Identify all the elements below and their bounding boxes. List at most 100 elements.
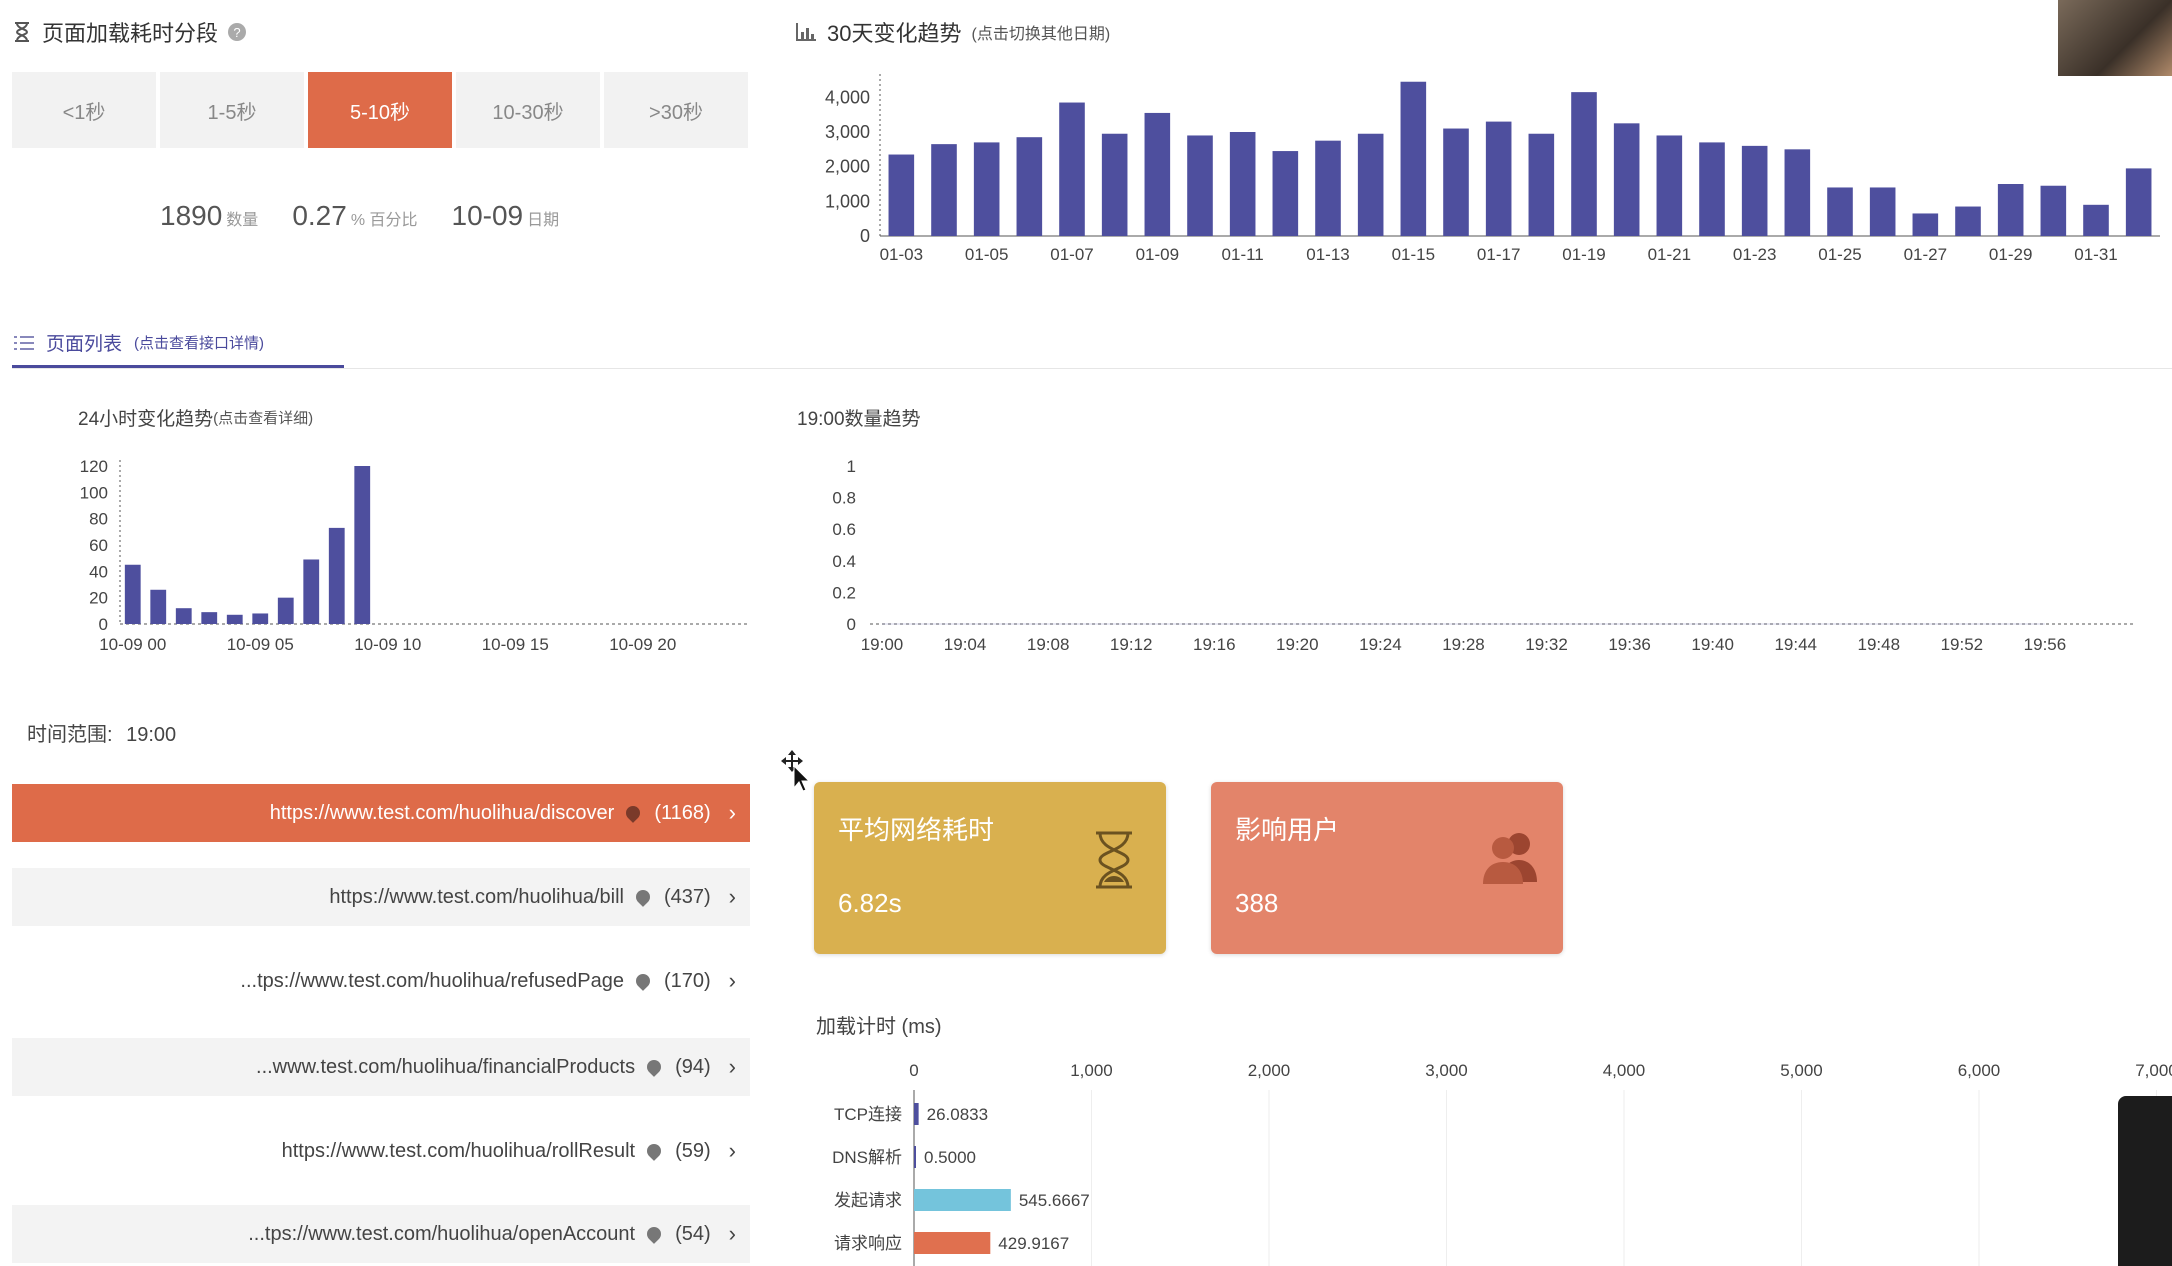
bar-hour-2 (175, 608, 192, 624)
trend-minute-section-title: 19:00数量趋势 (797, 404, 921, 431)
x-tick-label: 19:04 (944, 635, 987, 654)
x-tick-label: 19:08 (1027, 635, 1070, 654)
segment-button-gt30[interactable]: >30秒 (604, 72, 748, 148)
y-category-label: 请求响应 (834, 1234, 902, 1253)
trend24-chart[interactable]: 0 20 40 60 80 100 120 10-09 00 10-09 05 10-09 10 1… (60, 450, 750, 660)
x-tick-label: 19:24 (1359, 635, 1402, 654)
trend30-section-title: 30天变化趋势 (点击切换其他日期) (795, 16, 1110, 48)
x-tick-label: 01-29 (1989, 245, 2032, 264)
bar-hour-6 (277, 597, 294, 624)
bar-01-26 (1869, 187, 1896, 236)
bar-01-04 (931, 144, 957, 236)
bar-01-11 (1229, 132, 1256, 236)
bar-hour-0 (124, 564, 141, 624)
bar-01-21 (1656, 135, 1683, 236)
x-tick-label: 10-09 05 (227, 635, 294, 654)
y-tick-label: 120 (80, 457, 108, 476)
trend30-hint: (点击切换其他日期) (971, 26, 1111, 43)
x-tick-label: 01-13 (1306, 245, 1349, 264)
users-icon (1483, 833, 1537, 884)
x-tick-label: 01-11 (1222, 245, 1264, 264)
bar-hour-1 (150, 589, 167, 624)
tag-icon (623, 803, 644, 823)
segment-button-1-5[interactable]: 1-5秒 (160, 72, 304, 148)
y-tick-label: 0.6 (832, 520, 856, 539)
bar-01-19 (1571, 92, 1597, 236)
x-tick-label: 01-09 (1136, 245, 1179, 264)
tag-icon (633, 971, 653, 991)
question-circle-icon[interactable]: ? (228, 23, 247, 41)
time-range: 时间范围: 19:00 (27, 718, 176, 747)
segment-button-10-30[interactable]: 10-30秒 (456, 72, 600, 148)
x-tick-label: 19:44 (1774, 635, 1817, 654)
segment-title: 页面加载耗时分段 (42, 21, 219, 46)
tag-icon (644, 1224, 664, 1244)
bar-01-24 (1784, 149, 1811, 236)
page-list-item[interactable]: https://www.test.com/huolihua/bill (437) › (12, 868, 750, 926)
bar-01-03 (888, 154, 915, 236)
segment-button-lt1[interactable]: <1秒 (12, 72, 156, 148)
segment-button-5-10[interactable]: 5-10秒 (308, 72, 452, 148)
tab-page-list-hint: (点击查看接口详情) (134, 335, 265, 352)
bar-01-27 (1912, 213, 1939, 236)
load-timing-chart[interactable]: 01,0002,0003,0004,0005,0006,0007,0008,00… (800, 1050, 2172, 1266)
chevron-right-icon: › (728, 884, 736, 909)
bar-hour-7 (303, 559, 320, 624)
x-tick-label: 19:56 (2024, 635, 2067, 654)
x-tick-label: 0 (909, 1061, 918, 1080)
trend24-hint: (点击查看详细) (213, 410, 314, 427)
chevron-right-icon: › (728, 1054, 736, 1079)
cursor-icon (781, 750, 810, 792)
bar-发起请求 (914, 1189, 1011, 1211)
bar-01-23 (1741, 145, 1768, 236)
x-tick-label: 10-09 10 (354, 635, 421, 654)
chevron-right-icon: › (728, 968, 736, 993)
segment-stats: 1890 数量 0.27% 百分比 10-09 日期 (160, 200, 559, 232)
segment-section-title: 页面加载耗时分段 ? (12, 16, 247, 48)
page-count: (94) (675, 1055, 711, 1078)
tag-icon (633, 887, 653, 907)
x-tick-label: 19:48 (1858, 635, 1901, 654)
camera-thumbnail (2058, 0, 2172, 76)
time-range-label: 时间范围: (27, 724, 113, 746)
page-url: https://www.test.com/huolihua/bill (329, 885, 624, 908)
page-list-item[interactable]: ...tps://www.test.com/huolihua/refusedPa… (12, 952, 750, 1010)
chevron-right-icon: › (728, 1221, 736, 1246)
page-url: ...tps://www.test.com/huolihua/openAccou… (248, 1222, 636, 1245)
x-tick-label: 19:36 (1608, 635, 1651, 654)
y-tick-label: 1,000 (825, 191, 870, 211)
tag-icon (644, 1141, 664, 1161)
page-url: https://www.test.com/huolihua/rollResult (281, 1139, 636, 1162)
window-overlay-fragment (2118, 1096, 2172, 1266)
x-tick-label: 19:16 (1193, 635, 1236, 654)
trend30-chart[interactable]: 0 1,000 2,000 3,000 4,000 01-03 01-05 01-07 01-0… (790, 70, 2170, 280)
y-tick-label: 0.4 (832, 552, 856, 571)
x-tick-label: 19:52 (1941, 635, 1984, 654)
stat-percent-unit: % 百分比 (350, 212, 418, 229)
page-list-item[interactable]: ...tps://www.test.com/huolihua/openAccou… (12, 1205, 750, 1263)
x-tick-label: 19:00 (861, 635, 904, 654)
bar-01-29 (1997, 184, 2024, 236)
bar-01-13 (1315, 140, 1341, 236)
bar-01-22 (1699, 142, 1725, 236)
hourglass-icon (1096, 831, 1132, 889)
x-tick-label: 01-05 (965, 245, 1008, 264)
trend-minute-chart[interactable]: 0 0.2 0.4 0.6 0.8 1 19:00 19:04 19:08 19:12 19:16 1… (800, 450, 2170, 660)
trend24-section-title: 24小时变化趋势 (点击查看详细) (78, 404, 313, 431)
bar-01-17 (1485, 121, 1512, 236)
stat-date-value: 10-09 (451, 200, 524, 231)
x-tick-label: 01-25 (1818, 245, 1861, 264)
y-category-label: 发起请求 (834, 1191, 902, 1210)
page-list-item[interactable]: https://www.test.com/huolihua/rollResult… (12, 1122, 750, 1180)
x-tick-label: 3,000 (1425, 1061, 1468, 1080)
y-tick-label: 1 (847, 457, 856, 476)
page-list-item[interactable]: https://www.test.com/huolihua/discover (1… (12, 784, 750, 842)
avg-network-time-card[interactable]: 平均网络耗时 6.82s (814, 782, 1166, 954)
affected-users-card[interactable]: 影响用户 388 (1211, 782, 1563, 954)
y-tick-label: 0 (99, 615, 108, 634)
stat-percent-value: 0.27 (292, 200, 347, 231)
tab-page-list[interactable]: 页面列表 (点击查看接口详情) (12, 320, 344, 368)
x-tick-label: 4,000 (1603, 1061, 1646, 1080)
page-list-item[interactable]: ...www.test.com/huolihua/financialProduc… (12, 1038, 750, 1096)
y-tick-label: 80 (89, 510, 108, 529)
